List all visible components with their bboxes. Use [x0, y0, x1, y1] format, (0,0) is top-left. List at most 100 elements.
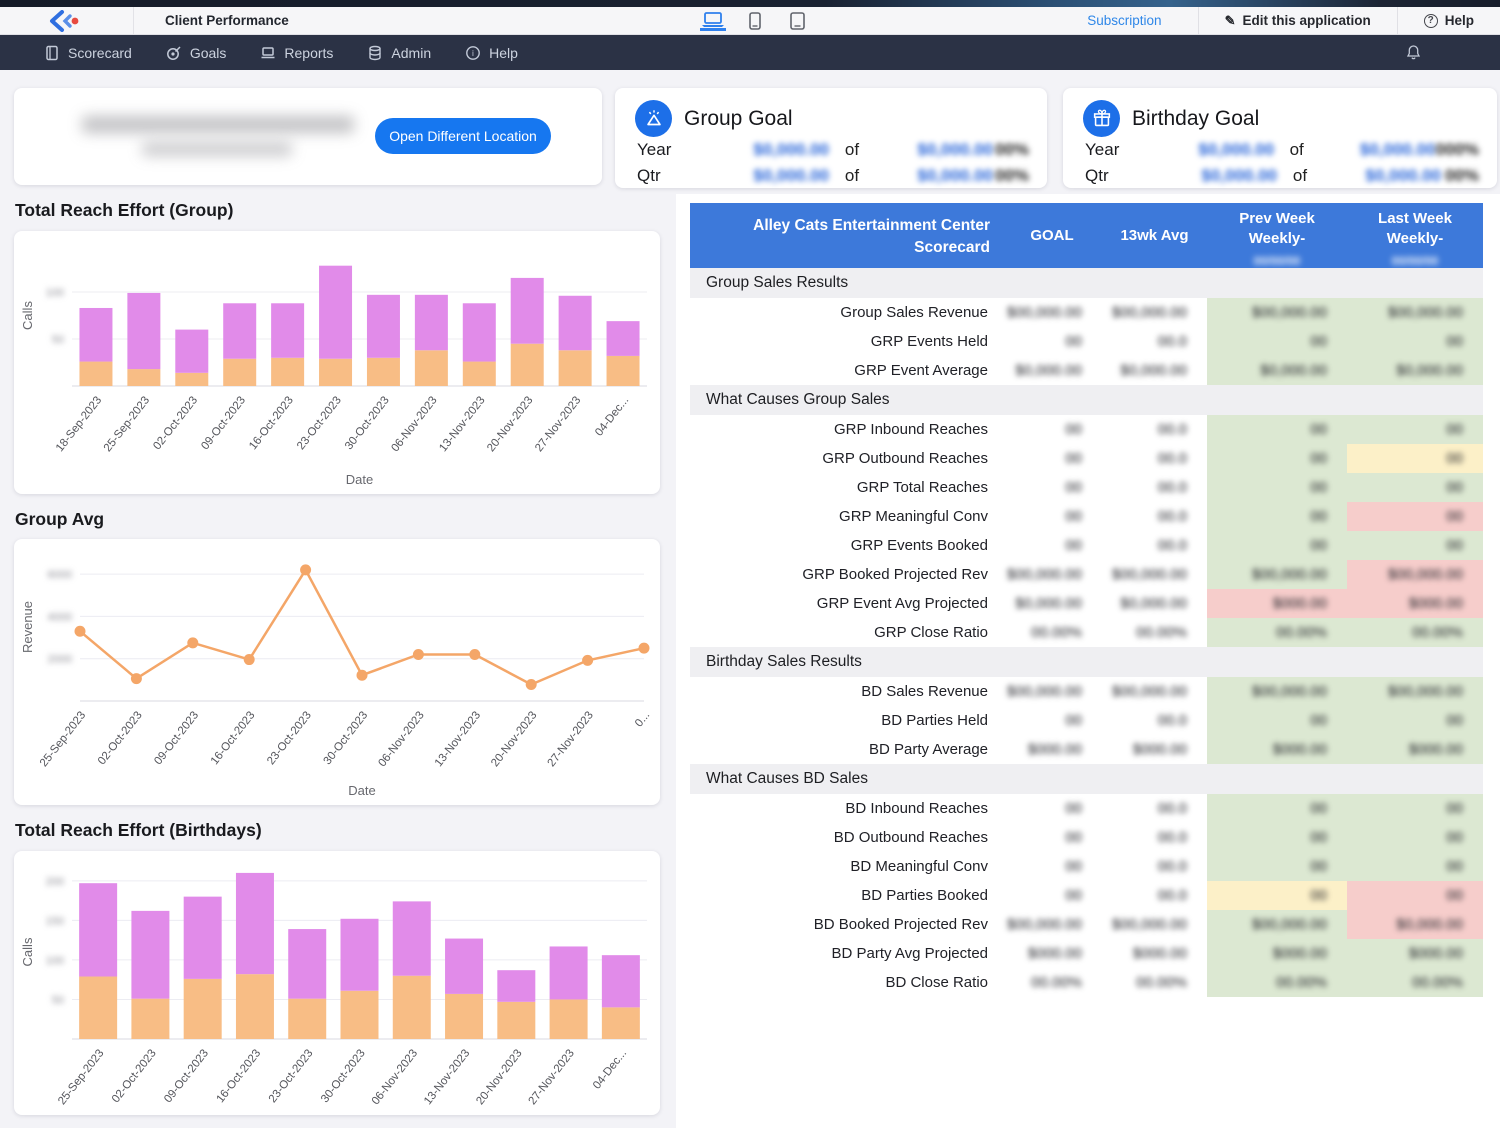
location-card: Open Different Location — [14, 88, 602, 185]
svg-text:16-Oct-2023: 16-Oct-2023 — [247, 394, 296, 452]
cell-13wk-avg-blurred: $000.00 — [1102, 939, 1207, 968]
row-label: GRP Meaningful Conv — [690, 508, 1002, 525]
cell-last-week-blurred: 00 — [1347, 794, 1483, 823]
nav-item-reports[interactable]: Reports — [260, 45, 333, 61]
svg-text:06-Nov-2023: 06-Nov-2023 — [376, 709, 426, 769]
main-navbar: Scorecard Goals Reports Admin i Help — [0, 35, 1500, 70]
cell-goal-blurred: 00 — [1002, 415, 1102, 444]
row-label: BD Close Ratio — [690, 974, 1002, 991]
cell-goal-blurred: $000.00 — [1002, 939, 1102, 968]
cell-prev-week-blurred: 00 — [1207, 823, 1347, 852]
cell-goal-blurred: 00 — [1002, 706, 1102, 735]
svg-text:25-Sep-2023: 25-Sep-2023 — [56, 1047, 106, 1107]
cell-prev-week-blurred: 00 — [1207, 502, 1347, 531]
cell-prev-week-blurred: 00 — [1207, 415, 1347, 444]
cell-goal-blurred: 00 — [1002, 531, 1102, 560]
cell-13wk-avg-blurred: $00,000.00 — [1102, 560, 1207, 589]
desktop-preview-icon[interactable] — [700, 11, 726, 31]
svg-text:18-Sep-2023: 18-Sep-2023 — [54, 394, 104, 454]
svg-text:06-Nov-2023: 06-Nov-2023 — [370, 1047, 420, 1107]
cell-goal-blurred: 00 — [1002, 794, 1102, 823]
svg-text:30-Oct-2023: 30-Oct-2023 — [343, 394, 392, 452]
svg-text:04-Dec...: 04-Dec... — [591, 1047, 629, 1091]
cell-13wk-avg-blurred: $00,000.00 — [1102, 677, 1207, 706]
total-reach-effort-group-chart: 50100CallsDate18-Sep-202325-Sep-202302-O… — [14, 231, 660, 494]
user-account-blurred[interactable] — [1428, 35, 1500, 70]
tablet-preview-icon[interactable] — [784, 11, 810, 31]
cell-13wk-avg-blurred: 00.0 — [1102, 444, 1207, 473]
help-button[interactable]: ? Help — [1397, 7, 1500, 34]
table-row: GRP Event Avg Projected$0,000.00$0,000.0… — [690, 589, 1483, 618]
table-row: GRP Close Ratio00.00%00.00%00.00%00.00% — [690, 618, 1483, 647]
svg-text:27-Nov-2023: 27-Nov-2023 — [546, 709, 596, 769]
birthday-goal-title: Birthday Goal — [1132, 107, 1259, 131]
nav-item-goals[interactable]: Goals — [166, 45, 227, 61]
svg-text:50: 50 — [52, 334, 64, 346]
phone-preview-icon[interactable] — [742, 11, 768, 31]
nav-item-scorecard[interactable]: Scorecard — [44, 45, 132, 61]
svg-text:13-Nov-2023: 13-Nov-2023 — [437, 394, 487, 454]
cell-last-week-blurred: $000.00 — [1347, 589, 1483, 618]
table-row: GRP Meaningful Conv0000.00000 — [690, 502, 1483, 531]
cell-goal-blurred: 00 — [1002, 823, 1102, 852]
header-actions: Subscription ✎ Edit this application ? H… — [1051, 7, 1500, 34]
table-row: BD Outbound Reaches0000.00000 — [690, 823, 1483, 852]
table-row: BD Parties Held0000.00000 — [690, 706, 1483, 735]
table-row: Group Sales Revenue$00,000.00$00,000.00$… — [690, 298, 1483, 327]
group-goal-title: Group Goal — [684, 107, 793, 131]
help-icon: i — [465, 45, 481, 61]
table-section-header: What Causes BD Sales — [690, 764, 1483, 794]
cell-goal-blurred: $000.00 — [1002, 735, 1102, 764]
notifications-bell-icon[interactable] — [1405, 44, 1422, 61]
cell-last-week-blurred: 00 — [1347, 852, 1483, 881]
goals-target-icon — [166, 45, 182, 61]
group-goal-qtr-row: Qtr $0,000.00 of $0,000.00 00% — [615, 163, 1047, 189]
qtr-percent-blurred: 00% — [993, 166, 1029, 186]
cell-prev-week-blurred: 00.00% — [1207, 968, 1347, 997]
column-header-last-week: Last Week Weekly- 00/00/00 — [1347, 203, 1483, 269]
subscription-link[interactable]: Subscription — [1051, 13, 1197, 28]
svg-text:09-Oct-2023: 09-Oct-2023 — [162, 1047, 211, 1105]
row-label: GRP Close Ratio — [690, 624, 1002, 641]
cell-13wk-avg-blurred: 00.0 — [1102, 881, 1207, 910]
table-row: BD Close Ratio00.00%00.00%00.00%00.00% — [690, 968, 1483, 997]
row-label: GRP Booked Projected Rev — [690, 566, 1002, 583]
admin-database-icon — [367, 45, 383, 61]
cell-goal-blurred: $00,000.00 — [1002, 677, 1102, 706]
svg-text:20-Nov-2023: 20-Nov-2023 — [485, 394, 535, 454]
row-label: BD Sales Revenue — [690, 683, 1002, 700]
client-performance-page: Client Performance Subscription ✎ Edit t… — [0, 0, 1500, 1128]
cell-prev-week-blurred: $000.00 — [1207, 939, 1347, 968]
svg-text:6000: 6000 — [48, 569, 72, 581]
cell-13wk-avg-blurred: 00.0 — [1102, 823, 1207, 852]
svg-text:06-Nov-2023: 06-Nov-2023 — [389, 394, 439, 454]
table-row: BD Inbound Reaches0000.00000 — [690, 794, 1483, 823]
app-header: Client Performance Subscription ✎ Edit t… — [0, 7, 1500, 35]
nav-item-help[interactable]: i Help — [465, 45, 518, 61]
row-label: BD Booked Projected Rev — [690, 916, 1002, 933]
qtr-percent-blurred: 00% — [1441, 166, 1479, 186]
birthday-goal-gift-icon — [1083, 100, 1120, 137]
nav-item-admin[interactable]: Admin — [367, 45, 431, 61]
group-goal-header: Group Goal — [615, 88, 1047, 137]
cell-prev-week-blurred: $00,000.00 — [1207, 560, 1347, 589]
svg-text:Revenue: Revenue — [20, 601, 35, 653]
column-header-goal: GOAL — [1002, 203, 1102, 269]
row-label: GRP Outbound Reaches — [690, 450, 1002, 467]
location-name-line2-blurred — [142, 142, 292, 156]
cell-goal-blurred: 00 — [1002, 502, 1102, 531]
svg-text:i: i — [472, 48, 474, 58]
svg-text:04-Dec...: 04-Dec... — [593, 394, 631, 438]
table-section-header: What Causes Group Sales — [690, 385, 1483, 415]
cell-goal-blurred: $00,000.00 — [1002, 910, 1102, 939]
scorecard-title: Alley Cats Entertainment Center Scorecar… — [690, 203, 1002, 269]
table-row: GRP Events Held0000.00000 — [690, 327, 1483, 356]
table-row: GRP Total Reaches0000.00000 — [690, 473, 1483, 502]
edit-application-button[interactable]: ✎ Edit this application — [1198, 7, 1397, 34]
row-label: GRP Events Held — [690, 333, 1002, 350]
open-different-location-button[interactable]: Open Different Location — [375, 118, 551, 154]
cell-13wk-avg-blurred: 00.0 — [1102, 327, 1207, 356]
cell-prev-week-blurred: 00 — [1207, 327, 1347, 356]
row-label: Group Sales Revenue — [690, 304, 1002, 321]
svg-text:50: 50 — [52, 994, 64, 1006]
